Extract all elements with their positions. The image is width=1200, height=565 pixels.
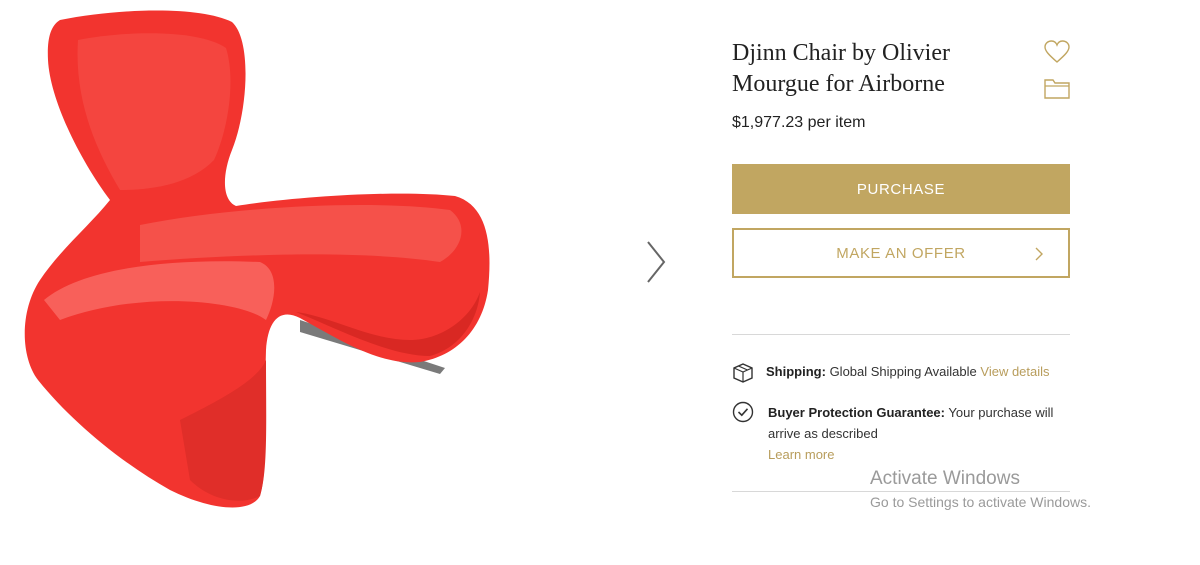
watermark-subtitle: Go to Settings to activate Windows.	[870, 494, 1091, 510]
heart-icon[interactable]	[1044, 40, 1070, 64]
chevron-right-icon	[647, 241, 666, 283]
learn-more-link[interactable]: Learn more	[768, 444, 1068, 465]
check-badge-icon	[732, 401, 754, 423]
folder-icon[interactable]	[1044, 77, 1070, 99]
product-image	[0, 0, 600, 560]
box-icon	[732, 362, 754, 384]
watermark-title: Activate Windows	[870, 468, 1020, 489]
chevron-right-icon	[1035, 247, 1043, 261]
price-amount: $1,977.23	[732, 114, 804, 131]
activate-windows-watermark: Activate Windows Go to Settings to activ…	[870, 468, 1091, 510]
next-image-button[interactable]	[640, 238, 672, 286]
product-title: Djinn Chair by Olivier Mourgue for Airbo…	[732, 40, 950, 97]
view-details-link[interactable]: View details	[980, 364, 1049, 379]
make-offer-button[interactable]: MAKE AN OFFER	[732, 228, 1070, 278]
price-unit: per item	[807, 114, 866, 131]
purchase-button[interactable]: PURCHASE	[732, 164, 1070, 214]
product-price: $1,977.23 per item	[732, 114, 865, 132]
buyer-protection-info: Buyer Protection Guarantee: Your purchas…	[768, 402, 1068, 465]
shipping-label: Shipping:	[766, 364, 826, 379]
divider	[732, 334, 1070, 335]
red-lounge-chair-image	[24, 10, 490, 508]
make-offer-label: MAKE AN OFFER	[836, 244, 966, 262]
shipping-info: Shipping: Global Shipping Available View…	[766, 364, 1050, 379]
shipping-text: Global Shipping Available	[829, 364, 977, 379]
protection-label: Buyer Protection Guarantee:	[768, 405, 945, 420]
